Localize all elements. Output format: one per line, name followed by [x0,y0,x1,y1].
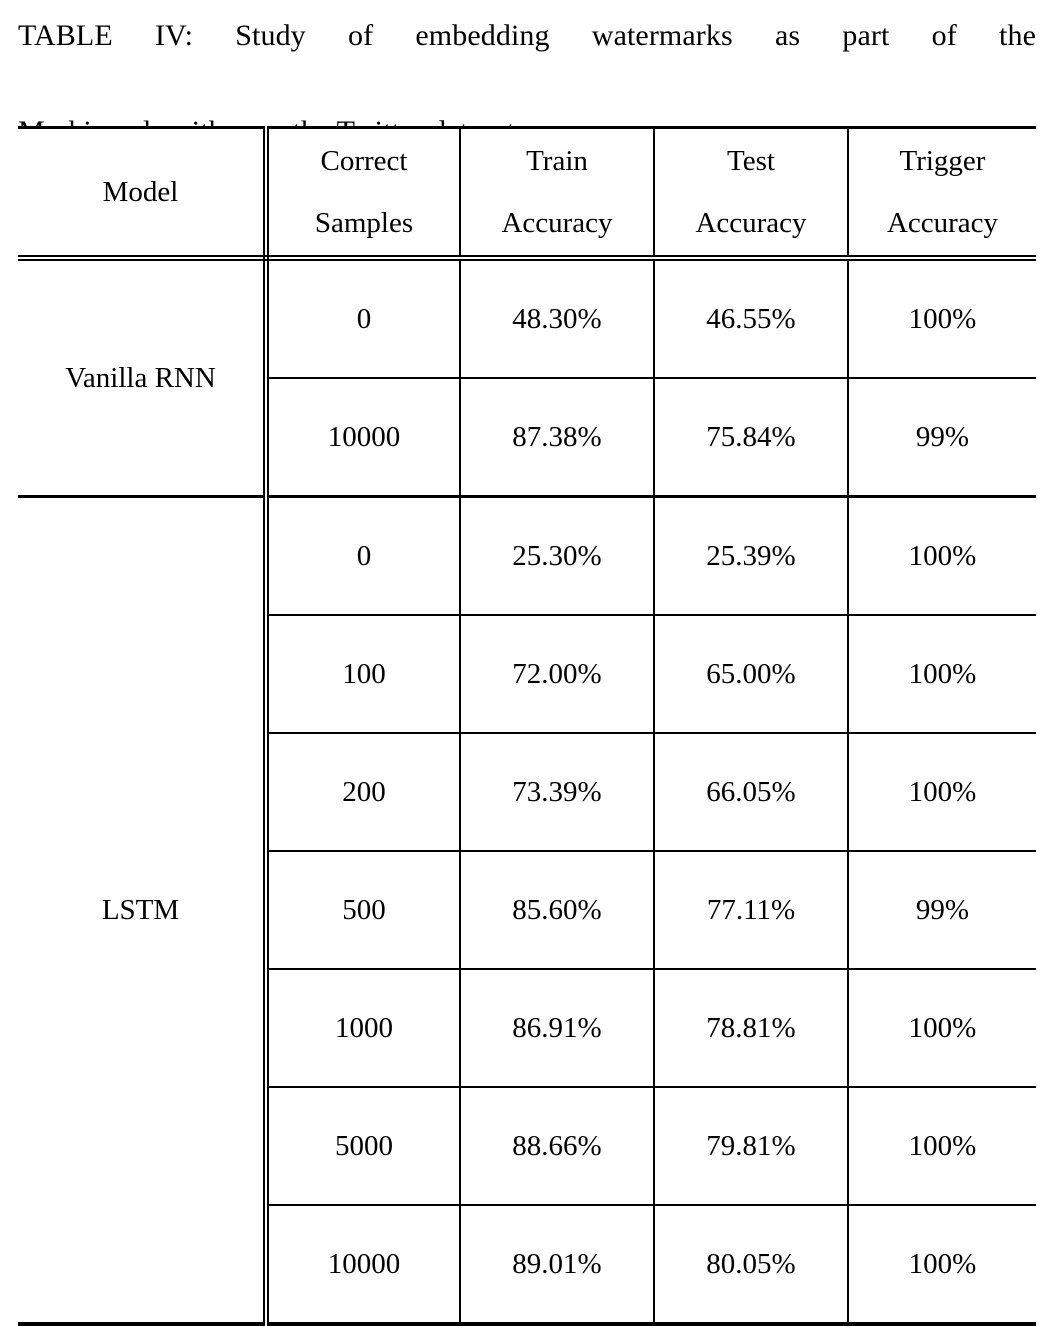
cell-trigger-accuracy: 100% [848,968,1036,1087]
column-header-correct-samples: Correct Samples [266,126,461,261]
cell-correct-samples: 5000 [266,1086,461,1205]
table-header: Model Correct Samples Train Accuracy Tes… [18,126,1036,261]
cell-test-accuracy: 78.81% [654,968,849,1087]
column-header-trigger-accuracy-line-1: Trigger [899,145,986,177]
column-header-test-accuracy-line-1: Test [727,145,775,177]
cell-train-accuracy: 25.30% [460,495,655,615]
cell-trigger-accuracy: 99% [848,377,1036,497]
cell-trigger-accuracy: 99% [848,850,1036,969]
cell-train-accuracy: 85.60% [460,850,655,969]
cell-correct-samples: 10000 [266,1204,461,1326]
cell-train-accuracy: 73.39% [460,732,655,851]
cell-train-accuracy: 72.00% [460,614,655,733]
row-group-label-vanilla-rnn: Vanilla RNN [18,258,269,497]
cell-trigger-accuracy: 100% [848,1086,1036,1205]
cell-train-accuracy: 48.30% [460,258,655,378]
cell-train-accuracy: 87.38% [460,377,655,497]
cell-correct-samples: 0 [266,495,461,615]
cell-test-accuracy: 79.81% [654,1086,849,1205]
cell-correct-samples: 200 [266,732,461,851]
row-group-label-lstm: LSTM [18,495,269,1326]
column-header-correct-samples-line-2: Samples [314,207,414,239]
column-header-test-accuracy: Test Accuracy [654,126,849,261]
header-row: Model Correct Samples Train Accuracy Tes… [18,126,1036,261]
cell-test-accuracy: 65.00% [654,614,849,733]
cell-correct-samples: 100 [266,614,461,733]
cell-correct-samples: 1000 [266,968,461,1087]
results-table: Model Correct Samples Train Accuracy Tes… [18,126,1036,1326]
cell-correct-samples: 10000 [266,377,461,497]
cell-trigger-accuracy: 100% [848,614,1036,733]
cell-train-accuracy: 88.66% [460,1086,655,1205]
cell-test-accuracy: 75.84% [654,377,849,497]
cell-test-accuracy: 46.55% [654,258,849,378]
column-header-model: Model [18,126,269,261]
column-header-trigger-accuracy-line-2: Accuracy [886,207,999,239]
column-header-train-accuracy-line-1: Train [526,145,588,177]
page-root: TABLE IV: Study of embedding watermarks … [0,0,1056,1326]
cell-correct-samples: 0 [266,258,461,378]
column-header-correct-samples-line-1: Correct [320,145,408,177]
table-container: Model Correct Samples Train Accuracy Tes… [18,126,1036,1326]
cell-train-accuracy: 86.91% [460,968,655,1087]
column-header-test-accuracy-line-2: Accuracy [695,207,807,239]
cell-test-accuracy: 80.05% [654,1204,849,1326]
cell-correct-samples: 500 [266,850,461,969]
table-row: Vanilla RNN 0 48.30% 46.55% 100% [18,258,1036,497]
column-header-model-label: Model [102,175,179,208]
column-header-train-accuracy-line-2: Accuracy [501,207,613,239]
cell-test-accuracy: 66.05% [654,732,849,851]
cell-trigger-accuracy: 100% [848,732,1036,851]
cell-trigger-accuracy: 100% [848,495,1036,615]
cell-trigger-accuracy: 100% [848,258,1036,378]
cell-trigger-accuracy: 100% [848,1204,1036,1326]
column-header-train-accuracy: Train Accuracy [460,126,655,261]
cell-test-accuracy: 25.39% [654,495,849,615]
table-caption-line-1: TABLE IV: Study of embedding watermarks … [18,19,1036,52]
cell-train-accuracy: 89.01% [460,1204,655,1326]
table-body: Vanilla RNN 0 48.30% 46.55% 100% 10000 8… [18,258,1036,1326]
table-row: LSTM 0 25.30% 25.39% 100% [18,495,1036,1326]
cell-test-accuracy: 77.11% [654,850,849,969]
column-header-trigger-accuracy: Trigger Accuracy [848,126,1036,261]
